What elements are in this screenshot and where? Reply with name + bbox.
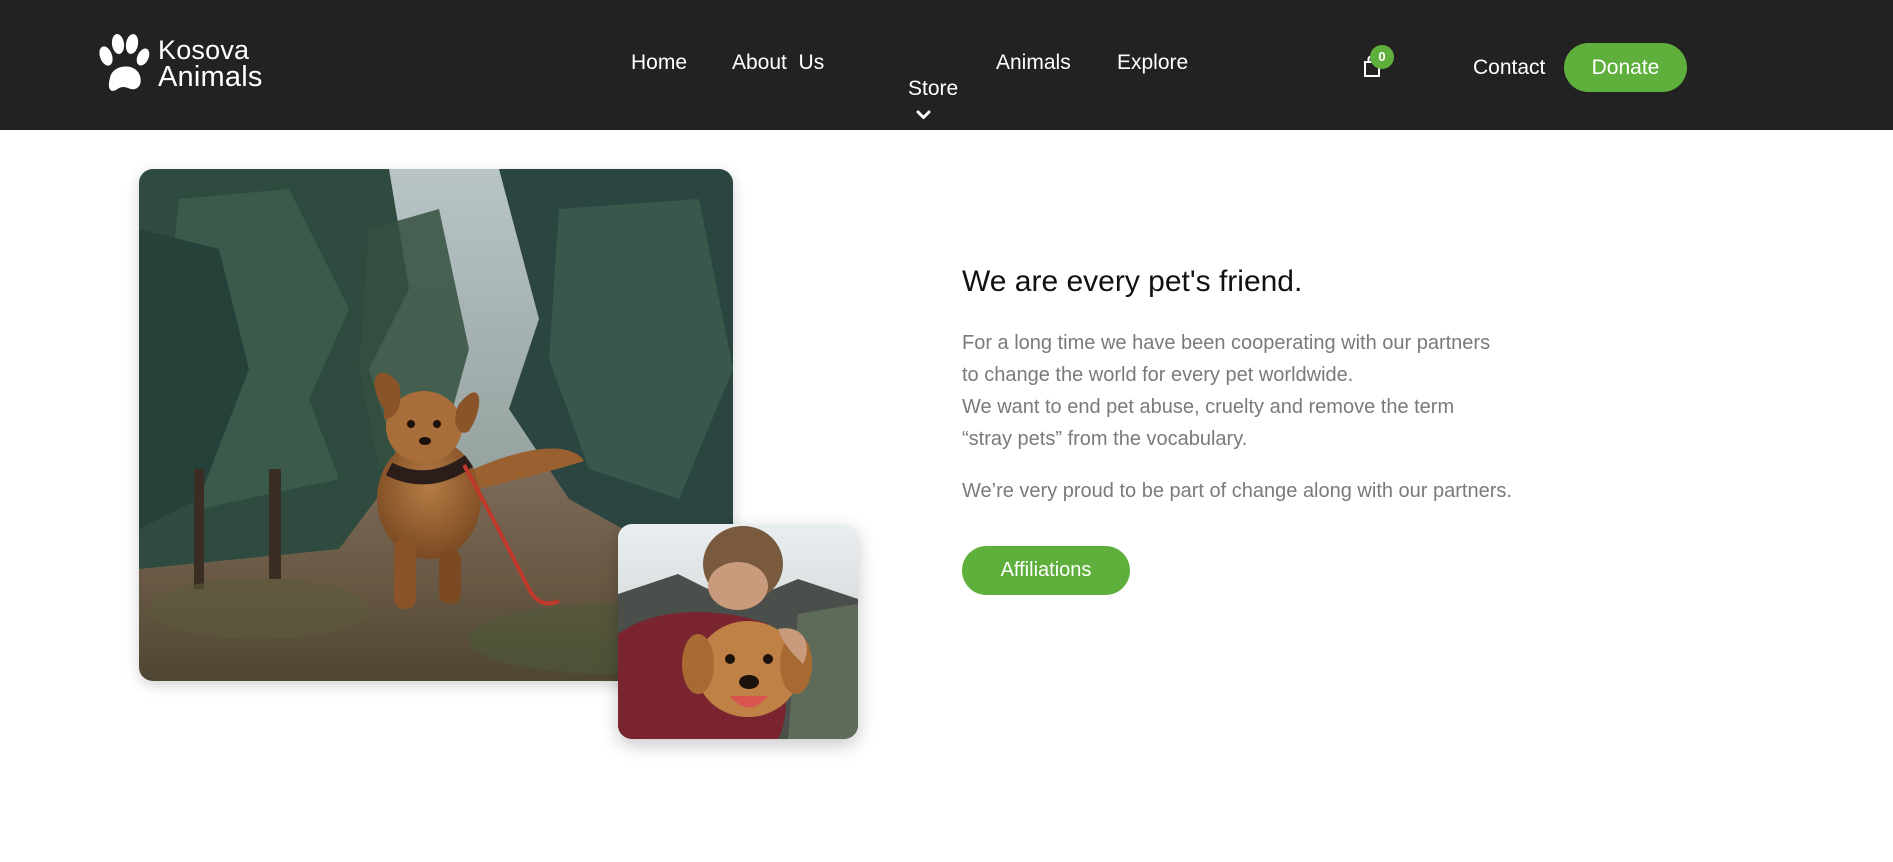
section-heading: We are every pet's friend. (962, 265, 1303, 298)
nav-store[interactable]: Store (873, 50, 958, 154)
chevron-down-icon (916, 110, 931, 120)
site-logo[interactable]: Kosova Animals (96, 30, 266, 96)
intro-line: For a long time we have been cooperating… (962, 332, 1491, 354)
proud-paragraph: We’re very proud to be part of change al… (962, 480, 1512, 502)
logo-text-line2: Animals (158, 61, 263, 93)
intro-paragraph: For a long time we have been cooperating… (962, 327, 1582, 455)
donate-button[interactable]: Donate (1564, 43, 1687, 92)
nav-explore[interactable]: Explore (1117, 50, 1188, 76)
nav-store-label: Store (908, 77, 959, 100)
man-hugging-dog-photo (618, 524, 858, 739)
intro-line: “stray pets” from the vocabulary. (962, 428, 1248, 450)
paw-icon (99, 34, 150, 91)
intro-line: to change the world for every pet worldw… (962, 364, 1354, 386)
site-header: Kosova Animals Home About Us Store Anima… (0, 0, 1893, 130)
affiliations-button[interactable]: Affiliations (962, 546, 1130, 595)
intro-line: We want to end pet abuse, cruelty and re… (962, 396, 1455, 418)
contact-link[interactable]: Contact (1473, 55, 1545, 81)
nav-animals[interactable]: Animals (996, 50, 1071, 76)
cart-count-badge: 0 (1370, 45, 1394, 69)
nav-home[interactable]: Home (631, 50, 687, 76)
nav-about-us[interactable]: About Us (732, 50, 824, 76)
